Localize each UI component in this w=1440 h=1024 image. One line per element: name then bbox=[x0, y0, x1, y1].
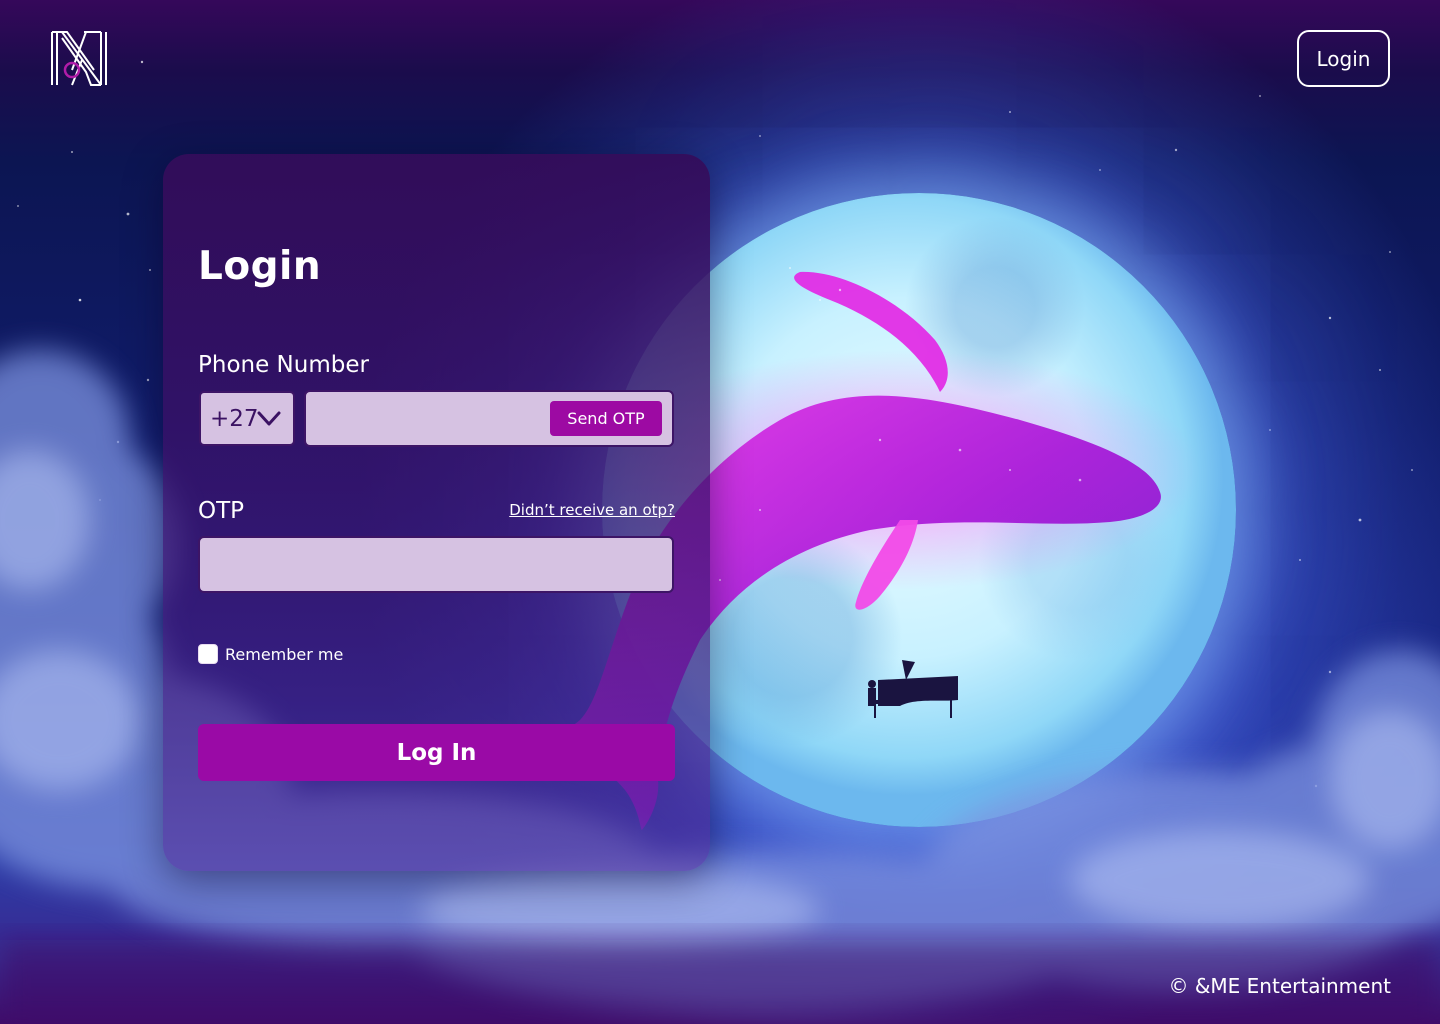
remember-me-checkbox[interactable] bbox=[198, 644, 218, 664]
send-otp-button[interactable]: Send OTP bbox=[550, 401, 662, 436]
chevron-down-icon bbox=[257, 411, 281, 426]
log-in-button[interactable]: Log In bbox=[198, 724, 675, 781]
resend-otp-link[interactable]: Didn’t receive an otp? bbox=[509, 501, 675, 519]
phone-number-field: Send OTP bbox=[304, 390, 674, 447]
otp-input[interactable] bbox=[198, 536, 674, 593]
otp-label: OTP bbox=[198, 498, 245, 524]
brand-logo[interactable] bbox=[50, 30, 108, 87]
remember-me-option[interactable]: Remember me bbox=[198, 644, 343, 664]
phone-number-label: Phone Number bbox=[198, 352, 369, 378]
copyright-text: © &ME Entertainment bbox=[1168, 974, 1391, 998]
login-title: Login bbox=[198, 244, 322, 289]
country-code-value: +27 bbox=[210, 405, 259, 432]
country-code-select[interactable]: +27 bbox=[199, 391, 295, 446]
remember-me-label: Remember me bbox=[225, 644, 344, 664]
login-card: Login Phone Number +27 Send OTP OTP Didn… bbox=[163, 154, 710, 871]
phone-number-input[interactable] bbox=[306, 392, 570, 445]
header-login-button[interactable]: Login bbox=[1297, 30, 1390, 87]
